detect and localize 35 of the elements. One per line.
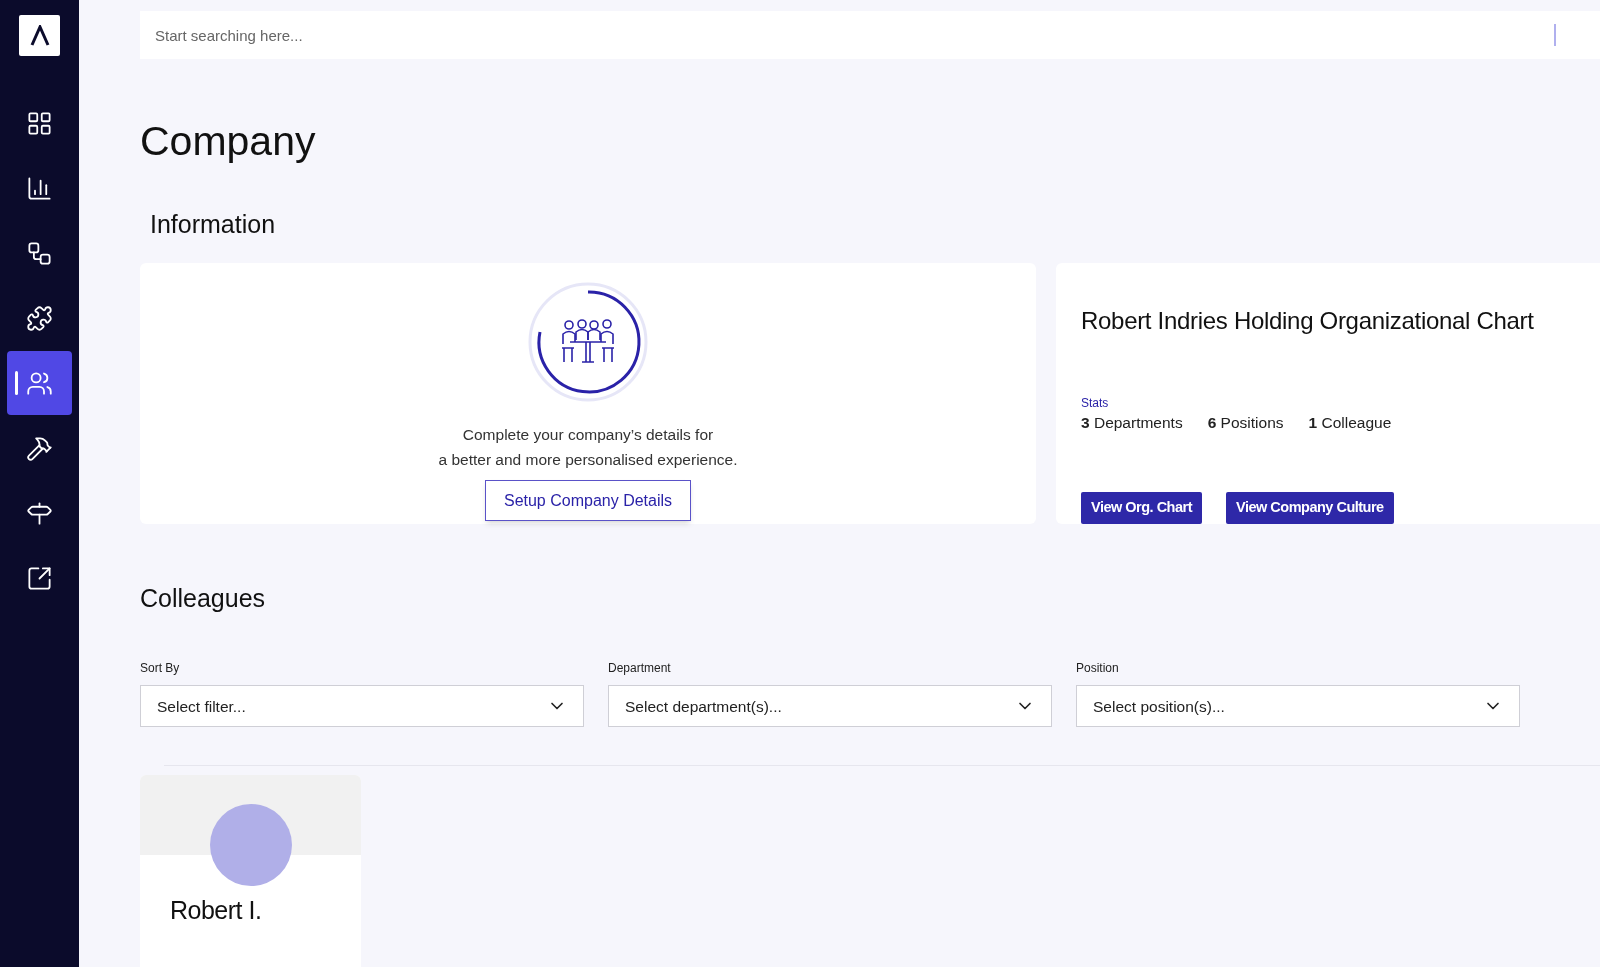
dropdown-placeholder: Select filter...	[157, 696, 246, 717]
grid-icon	[26, 109, 53, 137]
colleague-card[interactable]: Robert I.	[140, 775, 361, 967]
filter-label: Sort By	[140, 660, 180, 678]
setup-company-details-button[interactable]: Setup Company Details	[484, 480, 692, 521]
hammer-icon	[26, 434, 53, 462]
search-field[interactable]: Start searching here...	[140, 11, 1600, 59]
logo[interactable]	[19, 15, 60, 56]
text-cursor	[1554, 24, 1556, 46]
connected-nodes-icon	[26, 239, 53, 267]
dropdown-placeholder: Select position(s)...	[1093, 696, 1225, 717]
setup-message: Complete your company’s details for a better and more personalised experience.	[438, 425, 738, 470]
org-chart-title: Robert Indries Holding Organizational Chart	[1081, 306, 1535, 336]
org-card-action-button[interactable]: View Company Culture	[1226, 492, 1394, 525]
filter-dropdown[interactable]: Select filter...	[140, 685, 584, 728]
page-title: Company	[140, 121, 317, 162]
filter-label: Position	[1076, 660, 1119, 678]
sidebar-nav-item[interactable]	[7, 351, 72, 415]
dropdown-placeholder: Select department(s)...	[625, 696, 782, 717]
stat-item: 3 Departments	[1081, 413, 1183, 433]
puzzle-icon	[26, 304, 53, 332]
stats-label: Stats	[1081, 397, 1109, 409]
logo-icon	[28, 24, 51, 47]
colleague-name: Robert I.	[170, 895, 262, 927]
section-heading: Information	[150, 212, 277, 237]
filter-label: Department	[608, 660, 671, 678]
org-card-action-button[interactable]: View Org. Chart	[1081, 492, 1202, 525]
filter-dropdown[interactable]: Select department(s)...	[608, 685, 1052, 728]
stat-item: 6 Positions	[1207, 413, 1284, 433]
stat-item: 1 Colleague	[1308, 413, 1392, 433]
direction-sign-icon	[26, 499, 53, 527]
meeting-illustration-icon	[526, 280, 650, 404]
section-heading: Colleagues	[140, 586, 267, 612]
filter-dropdown[interactable]: Select position(s)...	[1076, 685, 1520, 728]
active-indicator	[15, 371, 18, 395]
